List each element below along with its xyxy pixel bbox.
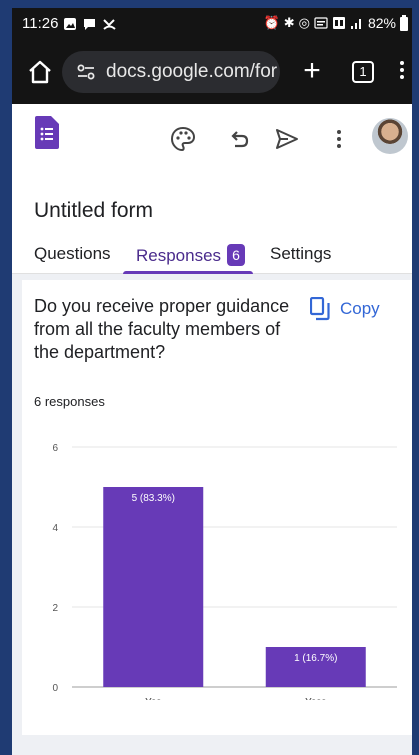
5g-icon (332, 17, 345, 29)
url-text: docs.google.com/for (106, 61, 278, 82)
more-options-icon[interactable] (326, 126, 352, 152)
y-tick-label: 2 (52, 603, 58, 614)
status-time: 11:26 (22, 15, 59, 32)
response-count: 6 responses (34, 394, 105, 409)
tab-label: Responses (136, 246, 222, 265)
responses-content: Do you receive proper guidance from all … (12, 274, 412, 755)
y-tick-label: 6 (52, 443, 58, 454)
signal-icon (350, 19, 361, 29)
question-summary-card: Do you receive proper guidance from all … (22, 280, 412, 735)
x-tick-label: Yess (305, 697, 326, 700)
hotspot-icon: ◎ (298, 15, 310, 30)
bluetooth-icon: ✱ (283, 15, 295, 30)
tab-label: Questions (34, 244, 111, 263)
new-tab-button[interactable]: + (297, 54, 327, 88)
send-icon[interactable] (274, 126, 300, 152)
battery-percent: 82% (367, 15, 396, 31)
browser-toolbar: docs.google.com/for + 1 (12, 40, 412, 104)
google-forms-logo (35, 116, 59, 149)
account-avatar[interactable] (372, 118, 408, 154)
gallery-icon (64, 17, 77, 30)
copy-chart-button[interactable]: Copy (310, 296, 380, 322)
responses-count-badge: 6 (227, 244, 246, 266)
tab-responses[interactable]: Responses 6 (136, 244, 246, 266)
volte-icon (314, 17, 328, 29)
tab-switcher-button[interactable]: 1 (352, 61, 374, 83)
bar-yes (103, 487, 204, 687)
chat-icon (84, 18, 96, 30)
palette-icon[interactable] (170, 126, 196, 152)
forms-header: Untitled form Questions Responses 6 Setti… (12, 104, 412, 274)
address-bar[interactable]: docs.google.com/for (62, 51, 280, 93)
bar-data-label: 5 (83.3%) (132, 493, 175, 504)
bar-data-label: 1 (16.7%) (294, 653, 337, 664)
form-tabs: Questions Responses 6 Settings (12, 244, 412, 274)
browser-menu-button[interactable] (400, 58, 406, 86)
copy-icon (310, 297, 330, 321)
y-tick-label: 4 (52, 523, 58, 534)
x-tick-label: Yes (145, 697, 161, 700)
tab-settings[interactable]: Settings (270, 244, 331, 264)
alarm-icon: ⏰ (263, 15, 280, 30)
battery-icon (400, 15, 408, 31)
bar-chart: 0 2 4 6 5 (83.3%) Yes 1 (16.7%) Yess (52, 443, 397, 700)
tab-questions[interactable]: Questions (34, 244, 111, 264)
phone-screen: 11:26 ⏰ ✱ ◎ 82% docs.google.com/for + 1 … (0, 0, 419, 755)
form-title: Untitled form (34, 199, 154, 222)
site-settings-icon[interactable] (76, 62, 96, 82)
copy-label: Copy (340, 299, 380, 318)
missed-call-icon (103, 18, 117, 30)
question-text: Do you receive proper guidance from all … (34, 296, 290, 362)
y-tick-label: 0 (52, 683, 58, 694)
status-bar: 11:26 ⏰ ✱ ◎ 82% (12, 8, 412, 40)
undo-icon[interactable] (226, 126, 252, 152)
home-icon[interactable] (26, 58, 54, 86)
tab-label: Settings (270, 244, 332, 263)
